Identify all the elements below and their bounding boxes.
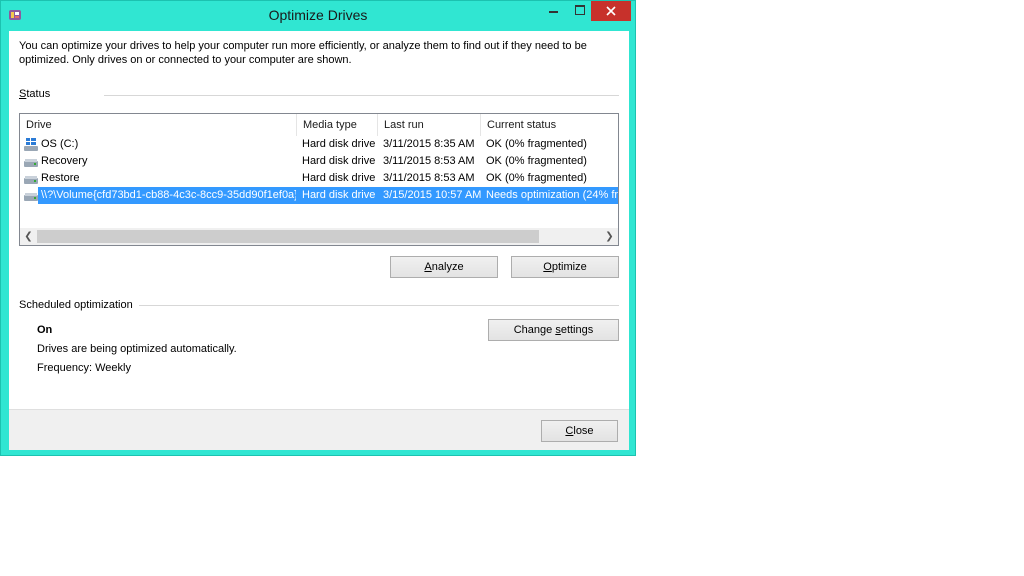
last-run: 3/11/2015 8:53 AM <box>383 155 475 167</box>
schedule-description: Drives are being optimized automatically… <box>37 343 237 355</box>
hard-drive-icon <box>24 159 38 167</box>
maximize-button[interactable] <box>567 1 593 21</box>
optimize-drives-window: Optimize Drives You can optimize your dr… <box>0 0 636 456</box>
scheduled-section-label: Scheduled optimization <box>19 299 133 311</box>
media-type: Hard disk drive <box>302 138 376 150</box>
analyze-button[interactable]: Analyze <box>390 256 498 278</box>
scroll-right-icon[interactable]: ❯ <box>601 228 618 245</box>
window-close-button[interactable] <box>591 1 631 21</box>
scheduled-divider <box>139 305 619 306</box>
dialog-footer: Close <box>9 409 629 450</box>
drive-name: Recovery <box>41 155 88 167</box>
status-section-label: Status <box>19 88 51 100</box>
column-header-drive[interactable]: Drive <box>20 114 297 136</box>
hard-drive-icon <box>24 176 38 184</box>
current-status: OK (0% fragmented) <box>486 172 587 184</box>
title-bar[interactable]: Optimize Drives <box>1 1 635 29</box>
schedule-frequency: Frequency: Weekly <box>37 362 131 374</box>
intro-text: You can optimize your drives to help you… <box>19 40 587 66</box>
drive-row[interactable]: OS (C:) Hard disk drive 3/11/2015 8:35 A… <box>20 136 618 153</box>
scroll-left-icon[interactable]: ❮ <box>20 228 37 245</box>
close-button[interactable]: Close <box>541 420 618 442</box>
drive-row[interactable]: Restore Hard disk drive 3/11/2015 8:53 A… <box>20 170 618 187</box>
current-status: OK (0% fragmented) <box>486 155 587 167</box>
drive-list-header: Drive Media type Last run Current status <box>20 114 618 136</box>
dialog-body: You can optimize your drives to help you… <box>9 31 629 450</box>
drive-list[interactable]: Drive Media type Last run Current status… <box>19 113 619 246</box>
drive-name: \\?\Volume{cfd73bd1-cb88-4c3c-8cc9-35dd9… <box>41 189 296 201</box>
horizontal-scrollbar[interactable]: ❮ ❯ <box>20 228 618 245</box>
optimize-button[interactable]: Optimize <box>511 256 619 278</box>
window-title: Optimize Drives <box>268 7 368 23</box>
media-type: Hard disk drive <box>302 172 376 184</box>
current-status: Needs optimization (24% fragmented) <box>486 189 618 201</box>
last-run: 3/15/2015 10:57 AM <box>383 189 482 201</box>
drive-row-selected[interactable]: \\?\Volume{cfd73bd1-cb88-4c3c-8cc9-35dd9… <box>20 187 618 204</box>
drive-name: OS (C:) <box>41 138 79 150</box>
media-type: Hard disk drive <box>302 189 376 201</box>
last-run: 3/11/2015 8:53 AM <box>383 172 475 184</box>
change-settings-button[interactable]: Change settings <box>488 319 619 341</box>
media-type: Hard disk drive <box>302 155 376 167</box>
schedule-state: On <box>37 324 53 336</box>
column-header-media-type[interactable]: Media type <box>297 114 378 136</box>
hard-drive-icon <box>24 193 38 201</box>
scrollbar-thumb[interactable] <box>37 230 539 243</box>
status-divider <box>104 95 619 96</box>
last-run: 3/11/2015 8:35 AM <box>383 138 475 150</box>
drive-row[interactable]: Recovery Hard disk drive 3/11/2015 8:53 … <box>20 153 618 170</box>
close-icon <box>606 6 616 16</box>
windows-drive-icon <box>24 138 38 151</box>
column-header-current-status[interactable]: Current status <box>481 114 618 136</box>
column-header-last-run[interactable]: Last run <box>378 114 481 136</box>
minimize-button[interactable] <box>541 1 567 21</box>
current-status: OK (0% fragmented) <box>486 138 587 150</box>
drive-name: Restore <box>41 172 80 184</box>
